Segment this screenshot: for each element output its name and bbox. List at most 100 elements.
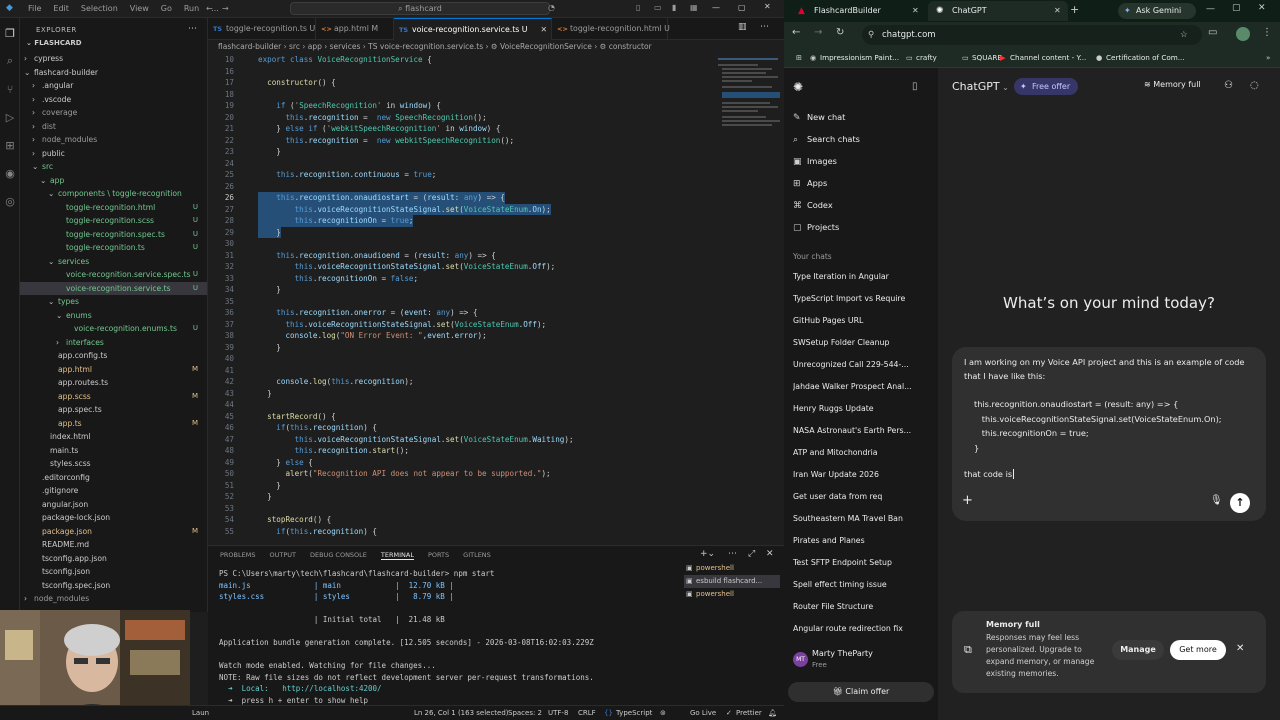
cursor-position[interactable]: Ln 26, Col 1 (163 selected) bbox=[414, 709, 509, 717]
temporary-chat-icon[interactable]: ◌ bbox=[1250, 80, 1259, 91]
apps-button[interactable]: ⊞ Apps bbox=[793, 178, 827, 189]
tree-item[interactable]: toggle-recognition.ts U bbox=[20, 241, 207, 255]
tab-close-icon[interactable]: ✕ bbox=[912, 1, 919, 21]
chat-history-item[interactable]: Test SFTP Endpoint Setup bbox=[793, 558, 933, 567]
prompt-intro[interactable]: I am working on my Voice API project and… bbox=[964, 355, 1254, 383]
panel-tab[interactable]: TERMINAL bbox=[380, 551, 414, 560]
prettier-button[interactable]: Prettier bbox=[736, 709, 762, 717]
tree-item[interactable]: README.md bbox=[20, 538, 207, 552]
tree-item[interactable]: ⌄ types bbox=[20, 295, 207, 309]
address-bar[interactable]: ⚲ chatgpt.com ☆ bbox=[862, 25, 1202, 45]
bookmark-item[interactable]: Certification of Com... bbox=[1106, 53, 1185, 62]
tree-item[interactable]: › public bbox=[20, 147, 207, 161]
nav-back-icon[interactable]: ← bbox=[206, 4, 213, 13]
add-attachment-icon[interactable]: + bbox=[962, 493, 973, 508]
chat-history-item[interactable]: Spell effect timing issue bbox=[793, 580, 933, 589]
run-debug-icon[interactable]: ▷ bbox=[3, 110, 17, 124]
breadcrumb[interactable]: flashcard-builder › src › app › services… bbox=[208, 40, 784, 54]
notifications-icon[interactable]: 🔔︎ bbox=[768, 709, 777, 717]
layout-editor-icon[interactable]: ▮ bbox=[672, 3, 676, 12]
tree-item[interactable]: voice-recognition.service.spec.ts U bbox=[20, 268, 207, 282]
maximize-icon[interactable]: ▢ bbox=[1232, 3, 1241, 13]
panel-tab[interactable]: GITLENS bbox=[463, 551, 491, 560]
panel-more-icon[interactable]: ⋯ bbox=[728, 549, 737, 559]
tree-item[interactable]: ⌄ src bbox=[20, 160, 207, 174]
search-icon[interactable]: ⌕ bbox=[3, 54, 17, 68]
terminal-instance[interactable]: ▣ powershell bbox=[684, 588, 780, 601]
chat-history-item[interactable]: Unrecognized Call 229-544-... bbox=[793, 360, 933, 369]
language-mode[interactable]: TypeScript bbox=[616, 709, 652, 717]
panel-tab[interactable]: OUTPUT bbox=[269, 551, 296, 560]
tree-item[interactable]: ⌄ components \ toggle-recognition bbox=[20, 187, 207, 201]
claim-offer-button[interactable]: 🎁︎ Claim offer bbox=[788, 682, 934, 702]
split-editor-icon[interactable]: ▥ bbox=[738, 22, 747, 32]
search-chats-button[interactable]: ⌕ Search chats bbox=[793, 134, 860, 145]
maximize-panel-icon[interactable]: ⤢ bbox=[748, 549, 755, 559]
line-ending[interactable]: CRLF bbox=[578, 709, 596, 717]
microphone-icon[interactable]: 🎙︎ bbox=[1210, 495, 1223, 506]
chat-history-item[interactable]: Southeastern MA Travel Ban bbox=[793, 514, 933, 523]
explorer-files-icon[interactable]: ❐ bbox=[3, 26, 17, 40]
chat-history-item[interactable]: Pirates and Planes bbox=[793, 536, 933, 545]
workspace-root[interactable]: ⌄ FLASHCARD bbox=[26, 39, 82, 47]
layout-custom-icon[interactable]: ▦ bbox=[690, 3, 698, 12]
minimap[interactable] bbox=[714, 54, 784, 540]
menu-item[interactable]: View bbox=[130, 4, 149, 13]
tree-item[interactable]: app.spec.ts bbox=[20, 403, 207, 417]
new-chat-button[interactable]: ✎ New chat bbox=[793, 112, 845, 123]
manage-button[interactable]: Manage bbox=[1112, 640, 1164, 660]
source-control-icon[interactable]: ⑂ bbox=[3, 82, 17, 96]
tree-item[interactable]: voice-recognition.service.ts U bbox=[20, 281, 207, 295]
split-view-icon[interactable]: ▭ bbox=[1208, 27, 1217, 38]
tree-item[interactable]: app.config.ts bbox=[20, 349, 207, 363]
images-button[interactable]: ▣ Images bbox=[793, 156, 837, 167]
model-selector[interactable]: ChatGPT ⌄ bbox=[952, 80, 1009, 93]
tab-flashcardbuilder[interactable]: ▲ FlashcardBuilder ✕ bbox=[790, 1, 926, 21]
tree-item[interactable]: app.scss M bbox=[20, 390, 207, 404]
prompt-tail[interactable]: that code is bbox=[964, 469, 1015, 479]
back-icon[interactable]: ← bbox=[792, 27, 800, 38]
menu-item[interactable]: Selection bbox=[81, 4, 118, 13]
more-bookmarks-icon[interactable]: » bbox=[1266, 53, 1270, 62]
tree-item[interactable]: › .angular bbox=[20, 79, 207, 93]
apps-icon[interactable]: ⊞ bbox=[796, 53, 802, 62]
tree-item[interactable]: app.routes.ts bbox=[20, 376, 207, 390]
tree-item[interactable]: tsconfig.json bbox=[20, 565, 207, 579]
layout-panel-icon[interactable]: ▭ bbox=[654, 3, 662, 12]
codex-button[interactable]: ⌘ Codex bbox=[793, 200, 833, 211]
tree-item[interactable]: toggle-recognition.spec.ts U bbox=[20, 228, 207, 242]
chat-history-item[interactable]: GitHub Pages URL bbox=[793, 316, 933, 325]
maximize-icon[interactable]: ▢ bbox=[738, 3, 746, 12]
tab-close-icon[interactable]: ✕ bbox=[1054, 1, 1061, 21]
go-live-button[interactable]: Go Live bbox=[690, 709, 716, 717]
chat-history-item[interactable]: Henry Ruggs Update bbox=[793, 404, 933, 413]
prompt-composer[interactable]: I am working on my Voice API project and… bbox=[952, 347, 1266, 521]
bookmark-item[interactable]: Channel content - Y... bbox=[1010, 53, 1086, 62]
panel-tab[interactable]: DEBUG CONSOLE bbox=[310, 551, 367, 560]
chat-history-item[interactable]: SWSetup Folder Cleanup bbox=[793, 338, 933, 347]
tree-item[interactable]: › cypress bbox=[20, 52, 207, 66]
command-search[interactable]: ⌕ flashcard bbox=[290, 2, 550, 15]
bookmark-item[interactable]: SQUARE bbox=[972, 53, 1002, 62]
code-editor[interactable]: 10 export class VoiceRecognitionService {… bbox=[208, 54, 714, 540]
chat-history-item[interactable]: Type Iteration in Angular bbox=[793, 272, 933, 281]
tree-item[interactable]: toggle-recognition.html U bbox=[20, 201, 207, 215]
chrome-menu-icon[interactable]: ⋮ bbox=[1262, 27, 1272, 38]
add-person-icon[interactable]: ⚇ bbox=[1224, 80, 1233, 91]
tab-close-icon[interactable]: ✕ bbox=[540, 19, 547, 41]
bookmark-item[interactable]: Impressionism Paint... bbox=[820, 53, 899, 62]
nav-forward-icon[interactable]: → bbox=[222, 4, 229, 13]
close-icon[interactable]: ✕ bbox=[1258, 3, 1266, 13]
panel-tab[interactable]: PROBLEMS bbox=[220, 551, 255, 560]
get-more-button[interactable]: Get more bbox=[1170, 640, 1226, 660]
ask-gemini-button[interactable]: ✦ Ask Gemini bbox=[1118, 3, 1196, 19]
copilot-icon[interactable]: ◔ bbox=[548, 3, 555, 12]
send-button[interactable]: ↑ bbox=[1230, 493, 1250, 513]
editor-tab[interactable]: <> toggle-recognition.html U bbox=[552, 18, 670, 40]
tree-item[interactable]: .gitignore bbox=[20, 484, 207, 498]
tree-item[interactable]: › coverage bbox=[20, 106, 207, 120]
tree-item[interactable]: app.ts M bbox=[20, 417, 207, 431]
editor-more-icon[interactable]: ⋯ bbox=[760, 22, 769, 32]
tree-item[interactable]: app.html M bbox=[20, 363, 207, 377]
memory-full-indicator[interactable]: ≋ Memory full bbox=[1144, 80, 1201, 89]
